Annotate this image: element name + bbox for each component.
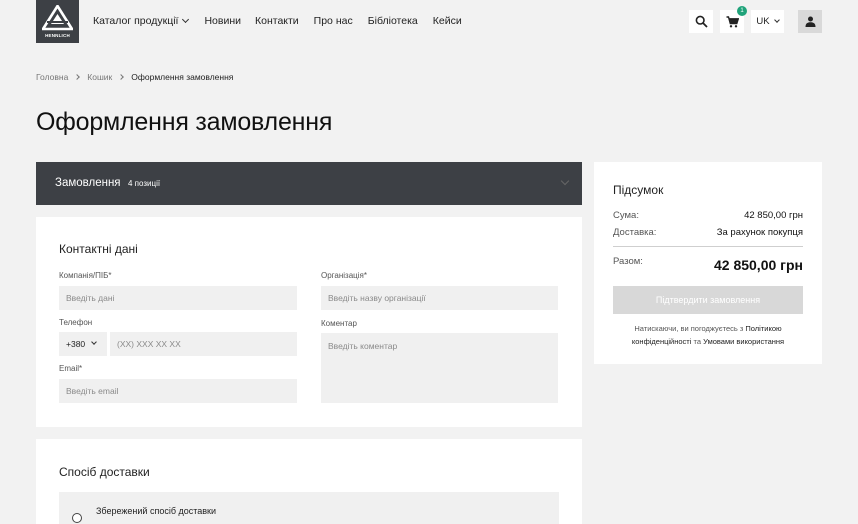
cart-icon	[726, 15, 739, 27]
chevron-down-icon	[773, 16, 780, 23]
user-icon	[805, 16, 815, 27]
language-label: UK	[756, 16, 770, 27]
summary-divider	[613, 246, 803, 247]
organization-label: Організація*	[321, 271, 367, 280]
site-header: HENNLICH Каталог продукції Новини Контак…	[0, 0, 858, 43]
nav-item-catalog[interactable]: Каталог продукції	[93, 15, 190, 27]
phone-label: Телефон	[59, 318, 93, 327]
breadcrumb-home[interactable]: Головна	[36, 72, 68, 82]
phone-code-select[interactable]: +380	[59, 332, 107, 356]
delivery-label: Доставка:	[613, 227, 657, 238]
phone-code-value: +380	[66, 339, 86, 349]
order-accordion[interactable]: Замовлення 4 позиції	[36, 162, 582, 205]
search-button[interactable]	[689, 10, 713, 33]
cart-button[interactable]: 1	[720, 6, 747, 33]
chevron-right-icon	[74, 74, 81, 80]
comment-textarea[interactable]	[321, 333, 558, 403]
cart-count-badge: 1	[737, 6, 747, 16]
chevron-right-icon	[118, 74, 125, 80]
nav-item-library[interactable]: Бібліотека	[368, 15, 418, 27]
nav-item-cases[interactable]: Кейси	[433, 15, 462, 27]
main-nav: Каталог продукції Новини Контакти Про на…	[93, 15, 462, 27]
nav-item-news[interactable]: Новини	[204, 15, 241, 27]
organization-input[interactable]	[321, 286, 558, 310]
total-value: 42 850,00 грн	[713, 257, 803, 273]
comment-label: Коментар	[321, 319, 357, 328]
breadcrumb-cart[interactable]: Кошик	[87, 72, 112, 82]
logo-text: HENNLICH	[45, 33, 70, 38]
order-title: Замовлення	[55, 177, 121, 189]
terms-and: та	[693, 337, 702, 346]
order-count: 4 позиції	[128, 179, 161, 188]
terms-text: Натискаючи, ви погоджуєтесь з Політикою …	[606, 322, 810, 348]
company-label: Компанія/ПІБ*	[59, 271, 112, 280]
phone-input[interactable]	[110, 332, 297, 356]
nav-item-contacts[interactable]: Контакти	[255, 15, 299, 27]
company-input[interactable]	[59, 286, 297, 310]
confirm-order-button[interactable]: Підтвердити замовлення	[613, 286, 803, 314]
radio-button[interactable]	[72, 513, 82, 523]
breadcrumb: Головна Кошик Оформлення замовлення	[36, 72, 233, 82]
email-label: Email*	[59, 364, 83, 373]
email-input[interactable]	[59, 379, 297, 403]
hennlich-logo[interactable]: HENNLICH	[36, 0, 79, 43]
delivery-card: Спосіб доставки Збережений спосіб достав…	[36, 439, 582, 524]
total-label: Разом:	[613, 256, 643, 267]
contacts-card: Контактні дані Компанія/ПІБ* Організація…	[36, 217, 582, 427]
sum-value: 42 850,00 грн	[744, 210, 803, 221]
terms-prefix: Натискаючи, ви погоджуєтесь з	[634, 324, 744, 333]
terms-of-use-link[interactable]: Умовами використання	[703, 337, 784, 346]
chevron-down-icon	[91, 339, 97, 345]
language-selector[interactable]: UK	[751, 10, 784, 33]
delivery-value: За рахунок покупця	[716, 227, 803, 238]
search-icon	[695, 15, 708, 28]
page-title: Оформлення замовлення	[36, 108, 333, 136]
contacts-title: Контактні дані	[59, 242, 138, 256]
delivery-title: Спосіб доставки	[59, 465, 150, 479]
nav-item-label: Каталог продукції	[93, 15, 179, 27]
chevron-down-icon	[560, 176, 570, 186]
account-button[interactable]	[798, 10, 822, 33]
sum-label: Сума:	[613, 210, 639, 221]
summary-card: Підсумок Сума: 42 850,00 грн Доставка: З…	[594, 162, 822, 364]
breadcrumb-current: Оформлення замовлення	[131, 72, 234, 82]
saved-delivery-label: Збережений спосіб доставки	[96, 506, 217, 516]
chevron-down-icon	[182, 15, 190, 24]
summary-title: Підсумок	[613, 183, 664, 197]
saved-delivery-option[interactable]: Збережений спосіб доставки	[59, 492, 559, 524]
logo-icon	[42, 5, 73, 31]
nav-item-about[interactable]: Про нас	[314, 15, 353, 27]
